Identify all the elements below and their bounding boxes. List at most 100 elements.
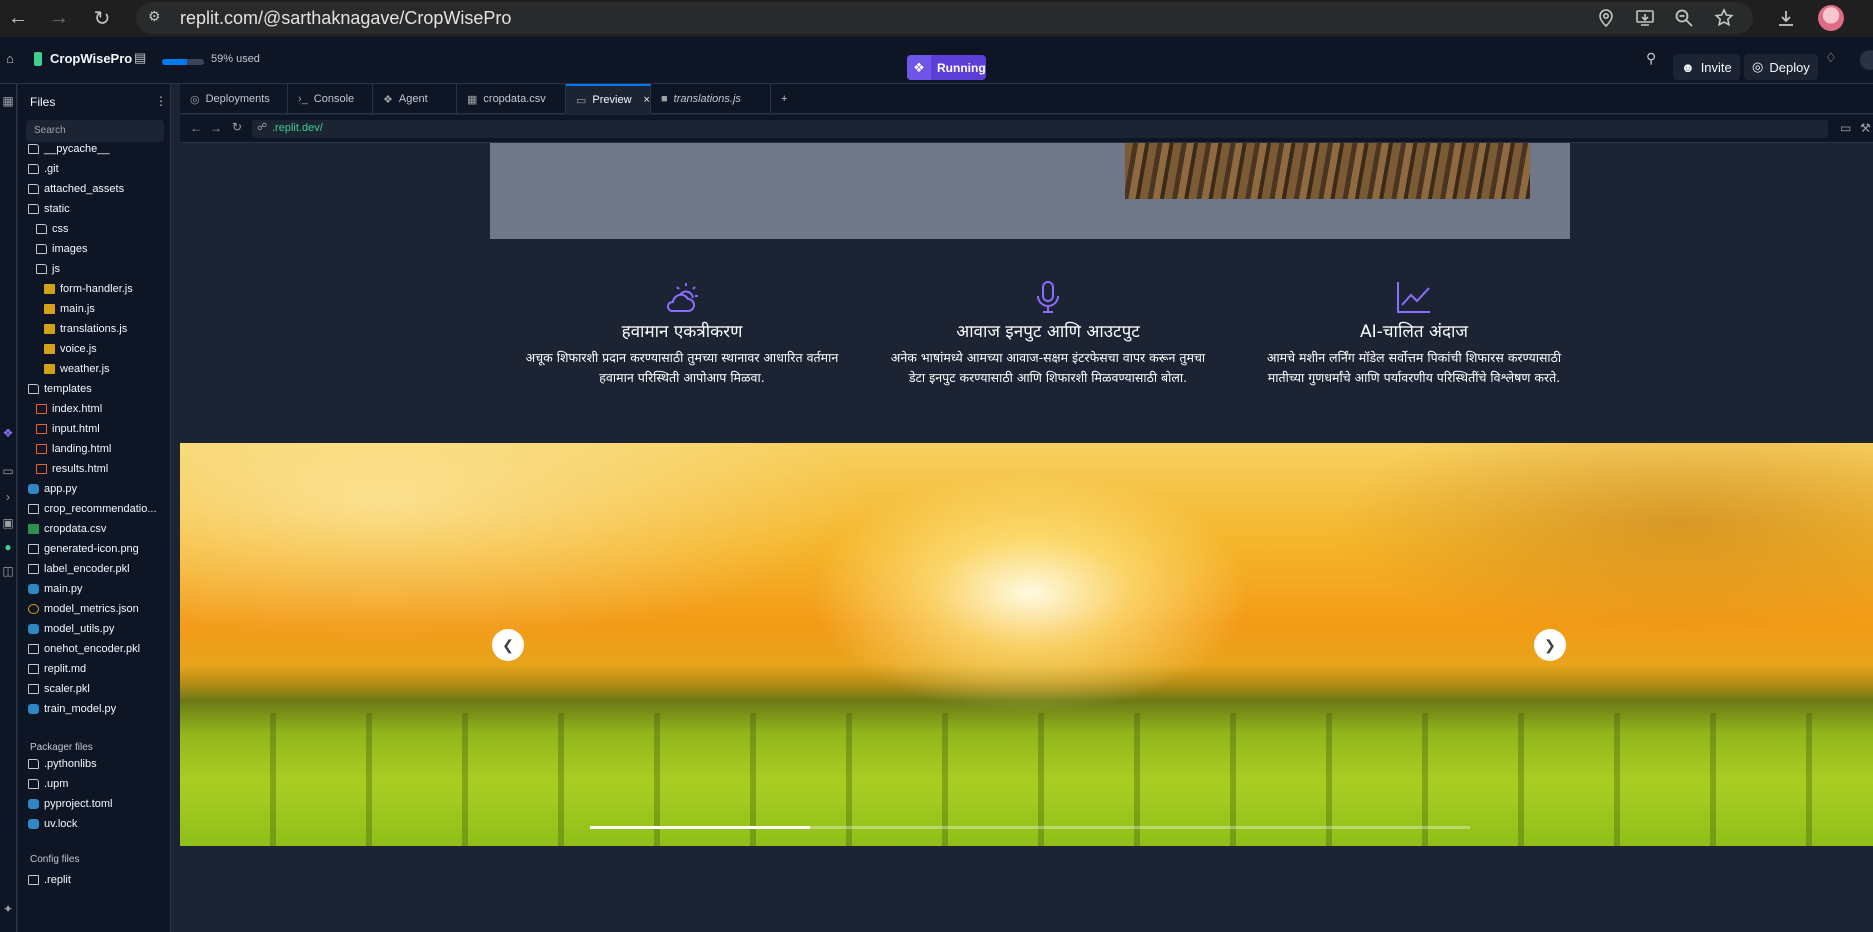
file-icon (28, 504, 39, 514)
agent-icon: ❖ (383, 93, 393, 106)
preview-reload-icon[interactable]: ↻ (232, 120, 242, 134)
file-tree-item[interactable]: onehot_encoder.pkl (18, 639, 171, 659)
close-tab-icon[interactable]: × (644, 94, 650, 106)
file-tree-item[interactable]: crop_recommendatio... (18, 499, 171, 519)
tab-label: translations.js (673, 93, 741, 105)
preview-address-bar[interactable]: ☍ .replit.dev/ (252, 120, 1828, 138)
home-icon[interactable]: ⌂ (6, 51, 14, 66)
chevron-left-icon: ❮ (502, 636, 514, 653)
install-app-icon[interactable] (1633, 6, 1657, 30)
carousel-slide-sunset-field: ❮ ❯ (180, 443, 1873, 846)
storage-icon[interactable]: ▤ (134, 50, 146, 66)
zoom-icon[interactable] (1672, 6, 1696, 30)
packager-file-item[interactable]: .upm (18, 774, 171, 794)
run-status-button[interactable]: ❖ Running (907, 55, 986, 80)
file-tree-item[interactable]: __pycache__ (18, 139, 171, 159)
file-tree-item[interactable]: css (18, 219, 171, 239)
deploy-button[interactable]: ◎ Deploy (1744, 54, 1818, 80)
file-tree-item[interactable]: .git (18, 159, 171, 179)
user-avatar[interactable] (1860, 50, 1873, 70)
file-tree-item[interactable]: input.html (18, 419, 171, 439)
preview-forward-icon[interactable]: → (210, 121, 222, 135)
tab-agent[interactable]: ❖ Agent (373, 84, 457, 114)
location-icon[interactable] (1594, 6, 1618, 30)
feature-title: AI-चालित अंदाज (1359, 322, 1469, 342)
file-tree-item[interactable]: app.py (18, 479, 171, 499)
file-tree-item[interactable]: main.js (18, 299, 171, 319)
file-tree-item[interactable]: translations.js (18, 319, 171, 339)
feature-weather: हवामान एकत्रीकरण अचूक शिफारशी प्रदान करण… (517, 279, 847, 388)
preview-tool-icon[interactable]: ▭ (0, 464, 16, 478)
device-toggle-icon[interactable]: ▭ (1840, 121, 1851, 135)
cloud-sun-icon (517, 279, 847, 317)
file-tree-item[interactable]: index.html (18, 399, 171, 419)
file-icon (28, 564, 39, 574)
carousel-prev-button[interactable]: ❮ (492, 629, 524, 661)
address-text: replit.com/@sarthaknagave/CropWisePro (180, 7, 512, 28)
reload-icon[interactable]: ↻ (84, 0, 120, 36)
packager-file-item[interactable]: pyproject.toml (18, 794, 171, 814)
file-tree-item[interactable]: main.py (18, 579, 171, 599)
packager-file-label: pyproject.toml (44, 798, 113, 810)
all-tools-icon[interactable]: ◫ (0, 564, 16, 578)
folder-icon (28, 144, 39, 154)
carousel-next-button[interactable]: ❯ (1534, 629, 1566, 661)
file-tree-item[interactable]: model_metrics.json (18, 599, 171, 619)
file-tree-item[interactable]: generated-icon.png (18, 539, 171, 559)
tab-console[interactable]: ›_ Console (288, 84, 373, 114)
file-tree-item[interactable]: scaler.pkl (18, 679, 171, 699)
project-name[interactable]: CropWisePro (50, 51, 132, 66)
file-tree-item[interactable]: landing.html (18, 439, 171, 459)
agent-tool-icon[interactable]: ❖ (0, 426, 16, 440)
config-file-item[interactable]: .replit (18, 870, 171, 890)
deployments-tool-icon[interactable]: ● (0, 540, 16, 554)
file-tree-item[interactable]: images (18, 239, 171, 259)
more-options-icon[interactable]: ⋮ (155, 94, 167, 108)
usage-meter[interactable] (162, 59, 204, 65)
tab-preview[interactable]: ▭ Preview × (566, 84, 651, 114)
files-tool-icon[interactable]: ▦ (0, 94, 16, 108)
file-tree-item[interactable]: weather.js (18, 359, 171, 379)
address-bar[interactable]: ⚙ replit.com/@sarthaknagave/CropWisePro (136, 2, 1753, 34)
folder-icon (36, 224, 47, 234)
folder-icon (36, 264, 47, 274)
packager-file-item[interactable]: .pythonlibs (18, 754, 171, 774)
profile-avatar[interactable] (1818, 5, 1844, 31)
file-tree-item[interactable]: js (18, 259, 171, 279)
folder-icon (28, 384, 39, 394)
feature-text: आमचे मशीन लर्निंग मॉडेल सर्वोत्तम पिकांच… (1266, 350, 1562, 385)
file-tree-item[interactable]: replit.md (18, 659, 171, 679)
file-tree-item-label: images (52, 243, 88, 255)
site-info-icon[interactable]: ⚙ (148, 8, 170, 28)
file-tree-item-label: voice.js (60, 343, 97, 355)
file-tree-item[interactable]: attached_assets (18, 179, 171, 199)
tab-deployments[interactable]: ◎ Deployments (180, 84, 288, 114)
devtools-icon[interactable]: ⚒ (1860, 121, 1871, 135)
packager-file-item[interactable]: uv.lock (18, 814, 171, 834)
file-tree-item[interactable]: templates (18, 379, 171, 399)
database-tool-icon[interactable]: ▣ (0, 516, 16, 530)
notifications-bell-icon[interactable]: ♢ (1825, 50, 1837, 66)
file-tree-item[interactable]: label_encoder.pkl (18, 559, 171, 579)
preview-back-icon[interactable]: ← (190, 121, 202, 135)
back-icon[interactable]: ← (0, 0, 36, 36)
tab-translations-js[interactable]: ■ translations.js (651, 84, 771, 114)
file-tree-item-label: cropdata.csv (44, 523, 107, 535)
sparkle-icon[interactable]: ✦ (0, 902, 16, 916)
file-tree-item[interactable]: train_model.py (18, 699, 171, 719)
shell-tool-icon[interactable]: › (0, 490, 16, 504)
file-tree-item[interactable]: static (18, 199, 171, 219)
invite-button[interactable]: ☻ Invite (1673, 54, 1740, 80)
file-tree-item[interactable]: results.html (18, 459, 171, 479)
file-tree-item[interactable]: cropdata.csv (18, 519, 171, 539)
file-tree-item[interactable]: form-handler.js (18, 279, 171, 299)
bookmark-star-icon[interactable] (1712, 6, 1736, 30)
file-tree-item[interactable]: voice.js (18, 339, 171, 359)
file-tree-item[interactable]: model_utils.py (18, 619, 171, 639)
file-icon (44, 284, 55, 294)
search-icon[interactable]: ⚲ (1646, 50, 1656, 67)
forward-icon[interactable]: → (41, 0, 77, 36)
tab-cropdata-csv[interactable]: ▦ cropdata.csv (457, 84, 566, 114)
new-tab-button[interactable]: + (771, 84, 799, 114)
downloads-icon[interactable] (1774, 6, 1798, 30)
